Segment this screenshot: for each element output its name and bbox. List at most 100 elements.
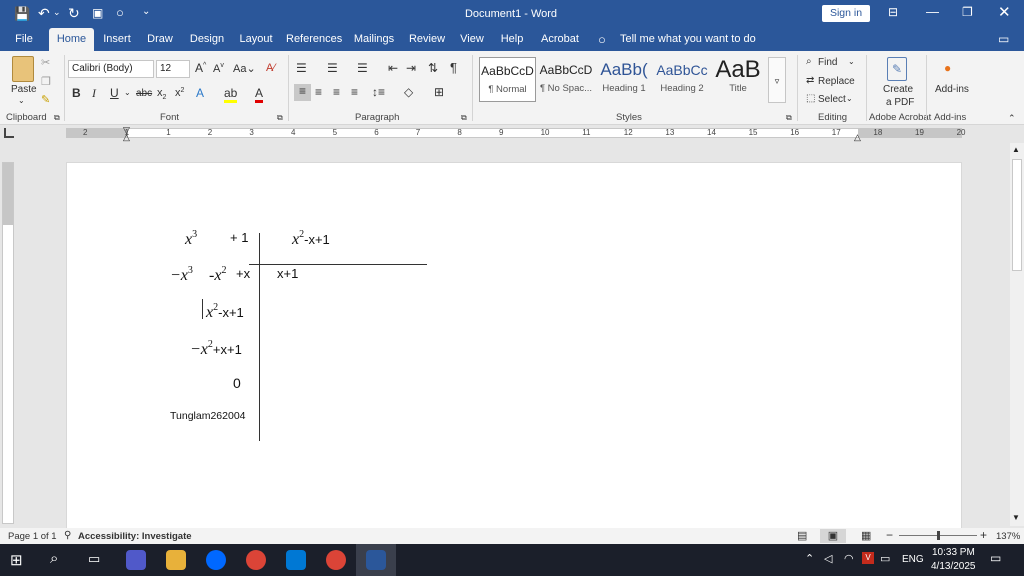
line-spacing-icon[interactable]: ↕≡ xyxy=(372,85,385,99)
show-hidden-icons[interactable]: ⌃ xyxy=(805,552,814,565)
horizontal-ruler[interactable]: 2 1 1 2 3 4 5 6 7 8 9 10 11 12 13 14 15 16 17 18 19 20 ▽ △ △ xyxy=(0,125,1024,143)
replace-button[interactable]: Replace xyxy=(818,76,855,87)
comments-icon[interactable]: ▭ xyxy=(998,32,1009,46)
cut-icon[interactable]: ✂ xyxy=(41,56,50,69)
style-title[interactable]: AaB Title xyxy=(712,57,764,102)
paragraph-launcher-icon[interactable]: ⧉ xyxy=(461,113,467,123)
hanging-indent-icon[interactable]: △ xyxy=(123,132,130,143)
show-marks-icon[interactable]: ¶ xyxy=(450,60,457,75)
select-dropdown-icon[interactable]: ⌄ xyxy=(846,94,853,103)
tab-draw[interactable]: Draw xyxy=(143,28,177,51)
accessibility-status[interactable]: Accessibility: Investigate xyxy=(78,531,192,542)
underline-icon[interactable]: U xyxy=(110,86,119,100)
change-case-icon[interactable]: Aa⌄ xyxy=(233,62,256,75)
clipboard-launcher-icon[interactable]: ⧉ xyxy=(54,113,60,123)
search-icon[interactable]: ⌕ xyxy=(50,550,58,567)
undo-dropdown-icon[interactable]: ⌄ xyxy=(53,7,61,18)
font-size-dropdown[interactable]: 12 xyxy=(156,60,190,78)
borders-icon[interactable]: ⊞ xyxy=(434,85,444,99)
align-center-icon[interactable]: ≡ xyxy=(315,85,322,99)
read-mode-icon[interactable]: ▤ xyxy=(797,529,807,542)
scroll-down-icon[interactable]: ▼ xyxy=(1012,513,1020,522)
notifications-icon[interactable]: ▭ xyxy=(990,551,1001,565)
vscode-icon[interactable] xyxy=(286,550,306,570)
find-dropdown-icon[interactable]: ⌄ xyxy=(848,57,855,66)
bullets-icon[interactable]: ☰ xyxy=(296,61,307,75)
print-layout-icon[interactable]: ▣ xyxy=(820,529,846,543)
numbering-icon[interactable]: ☰ xyxy=(327,61,338,75)
create-pdf-button[interactable]: Create xyxy=(883,84,913,95)
ribbon-display-icon[interactable]: ⊟ xyxy=(888,5,898,19)
scroll-up-icon[interactable]: ▲ xyxy=(1012,145,1020,154)
style-no-spacing[interactable]: AaBbCcD ¶ No Spac... xyxy=(538,57,594,102)
antivirus-icon[interactable]: V xyxy=(862,552,874,564)
clear-formatting-icon[interactable]: A⁄ xyxy=(266,62,275,74)
shading-icon[interactable]: ◇ xyxy=(404,85,413,99)
zalo-icon[interactable] xyxy=(206,550,226,570)
grow-font-icon[interactable]: A^ xyxy=(195,61,206,75)
tab-insert[interactable]: Insert xyxy=(99,28,135,51)
close-icon[interactable]: ✕ xyxy=(998,3,1011,21)
tab-review[interactable]: Review xyxy=(407,28,447,51)
zoom-out-icon[interactable]: − xyxy=(886,528,893,542)
create-pdf-button-line2[interactable]: a PDF xyxy=(886,97,914,108)
highlight-icon[interactable]: ab xyxy=(224,86,238,103)
font-name-dropdown[interactable]: Calibri (Body) xyxy=(68,60,154,78)
font-launcher-icon[interactable]: ⧉ xyxy=(277,113,283,123)
tab-file[interactable]: File xyxy=(8,28,40,51)
save-icon[interactable]: 💾 xyxy=(14,6,30,22)
paste-button[interactable]: Paste xyxy=(11,84,37,95)
tab-references[interactable]: References xyxy=(286,28,342,51)
multilevel-list-icon[interactable]: ☰ xyxy=(357,61,368,75)
file-explorer-icon[interactable] xyxy=(166,550,186,570)
chrome-profile-icon[interactable] xyxy=(326,550,346,570)
sign-in-button[interactable]: Sign in xyxy=(822,5,870,22)
tab-mailings[interactable]: Mailings xyxy=(351,28,397,51)
style-heading-2[interactable]: AaBbCc Heading 2 xyxy=(654,57,710,102)
copy-icon[interactable]: ❐ xyxy=(41,75,51,88)
document-page[interactable]: x3 + 1 x2-x+1 −x3 -x2 +x x+1 x2-x+1 −x2+… xyxy=(66,162,962,532)
clock-time[interactable]: 10:33 PM xyxy=(932,547,975,558)
collapse-ribbon-icon[interactable]: ⌃ xyxy=(1008,113,1016,124)
tell-me-search[interactable]: Tell me what you want to do xyxy=(620,33,756,45)
paste-icon[interactable] xyxy=(12,56,34,82)
right-indent-icon[interactable]: △ xyxy=(854,132,861,143)
text-effects-icon[interactable]: A xyxy=(196,86,204,100)
zoom-in-icon[interactable]: + xyxy=(980,528,987,542)
addins-button[interactable]: Add-ins xyxy=(935,84,969,95)
tab-acrobat[interactable]: Acrobat xyxy=(537,28,583,51)
font-color-icon[interactable]: A xyxy=(255,86,264,103)
find-button[interactable]: Find xyxy=(818,57,837,68)
italic-icon[interactable]: I xyxy=(92,86,96,101)
tab-home[interactable]: Home xyxy=(49,28,94,51)
touch-mode-icon[interactable]: ▣ xyxy=(92,6,103,20)
format-painter-icon[interactable]: ✎ xyxy=(41,93,50,106)
zoom-level[interactable]: 137% xyxy=(996,531,1020,542)
shrink-font-icon[interactable]: Av xyxy=(213,62,224,75)
restore-icon[interactable]: ❐ xyxy=(962,5,973,19)
tab-view[interactable]: View xyxy=(456,28,488,51)
superscript-icon[interactable]: x2 xyxy=(175,87,184,99)
wifi-icon[interactable]: ◠ xyxy=(844,552,854,565)
chrome-icon[interactable] xyxy=(246,550,266,570)
vertical-ruler[interactable] xyxy=(2,162,14,524)
bold-icon[interactable]: B xyxy=(72,86,81,100)
word-icon[interactable] xyxy=(366,550,386,570)
subscript-icon[interactable]: x2 xyxy=(157,87,166,101)
styles-gallery-more-icon[interactable]: ▿ xyxy=(768,57,786,103)
tab-selector-icon[interactable] xyxy=(4,128,14,138)
redo-icon[interactable]: ↻ xyxy=(68,5,80,22)
underline-dropdown-icon[interactable]: ⌄ xyxy=(124,88,131,97)
style-heading-1[interactable]: AaBb( Heading 1 xyxy=(596,57,652,102)
clock-date[interactable]: 4/13/2025 xyxy=(931,561,976,572)
vertical-scrollbar[interactable]: ▲ ▼ xyxy=(1010,143,1024,526)
language-indicator[interactable]: ENG xyxy=(902,554,924,565)
style-normal[interactable]: AaBbCcD ¶ Normal xyxy=(479,57,536,102)
align-right-icon[interactable]: ≡ xyxy=(333,85,340,99)
task-view-icon[interactable]: ▭ xyxy=(88,551,100,567)
battery-icon[interactable]: ▭ xyxy=(880,552,890,565)
tab-help[interactable]: Help xyxy=(497,28,527,51)
decrease-indent-icon[interactable]: ⇤ xyxy=(388,61,398,75)
increase-indent-icon[interactable]: ⇥ xyxy=(406,61,416,75)
windows-start-icon[interactable]: ⊞ xyxy=(10,551,23,569)
